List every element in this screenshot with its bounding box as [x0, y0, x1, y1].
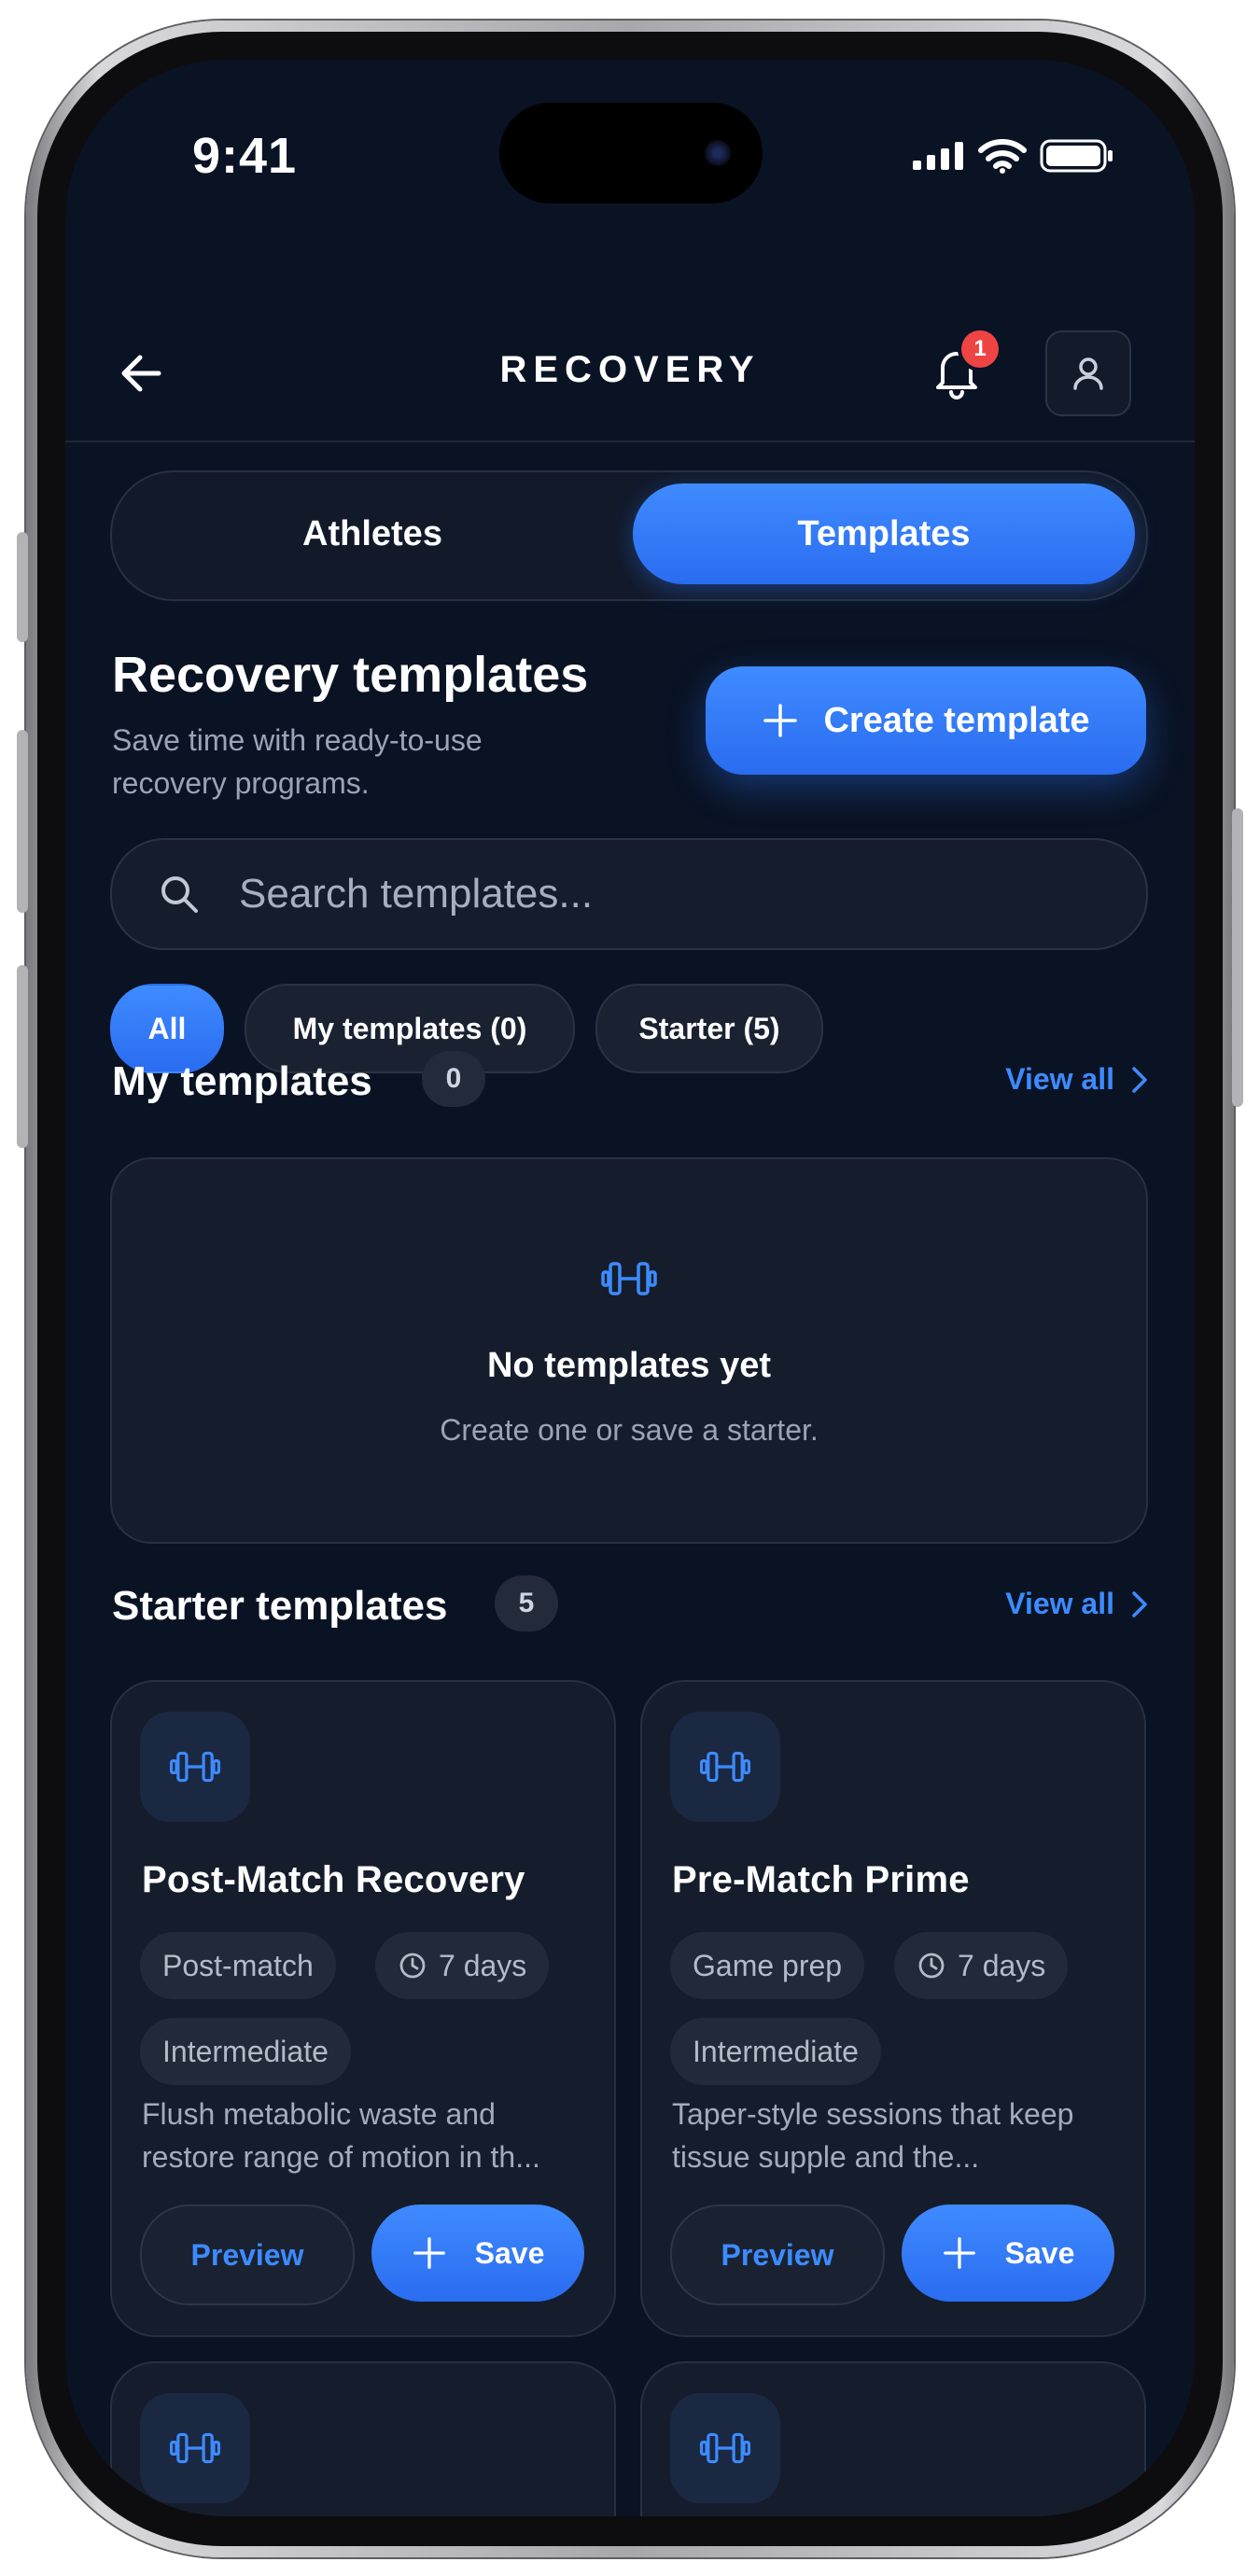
template-icon-box	[670, 1712, 780, 1822]
empty-state-card: No templates yet Create one or save a st…	[110, 1157, 1148, 1544]
wifi-icon	[978, 139, 1027, 174]
template-description: Flush metabolic waste and restore range …	[142, 2097, 540, 2174]
tab-templates[interactable]: Templates	[633, 483, 1135, 584]
tab-athletes[interactable]: Athletes	[125, 483, 620, 584]
empty-state-title: No templates yet	[486, 1346, 772, 1385]
category-tag: Game prep	[670, 1932, 865, 1999]
template-card[interactable]	[110, 2361, 616, 2516]
status-icons	[913, 138, 1114, 174]
user-icon	[1073, 357, 1103, 390]
category-label: Post-match	[162, 1948, 314, 1982]
level-label: Intermediate	[162, 2034, 329, 2068]
segmented-control: Athletes Templates	[110, 470, 1148, 601]
page-title: Recovery templates	[112, 647, 589, 703]
category-tag: Post-match	[140, 1932, 336, 1999]
my-templates-view-all[interactable]: View all	[1005, 1062, 1150, 1097]
clock-icon	[399, 1953, 426, 1979]
save-button[interactable]: Save	[371, 2205, 584, 2302]
template-icon-box	[140, 1712, 250, 1822]
dumbbell-icon	[601, 1262, 657, 1295]
create-template-button[interactable]: Create template	[706, 666, 1146, 775]
dumbbell-icon	[169, 1751, 221, 1783]
template-card[interactable]: Pre-Match Prime Game prep 7 days Interme…	[640, 1680, 1146, 2337]
save-label: Save	[1004, 2235, 1075, 2270]
dumbbell-icon	[699, 2432, 751, 2464]
plus-icon	[763, 704, 798, 737]
duration-label: 7 days	[439, 1948, 527, 1982]
dumbbell-icon	[169, 2432, 221, 2464]
template-card[interactable]	[640, 2361, 1146, 2516]
empty-state-subtitle: Create one or save a starter.	[440, 1413, 819, 1447]
clock-icon	[918, 1953, 945, 1979]
status-time: 9:41	[192, 128, 298, 184]
page-header-title: RECOVERY	[499, 349, 761, 390]
search-bar	[110, 838, 1148, 950]
signal-icon	[913, 142, 963, 170]
preview-button[interactable]: Preview	[670, 2205, 885, 2305]
view-all-label: View all	[1005, 1062, 1114, 1096]
view-all-label: View all	[1005, 1587, 1114, 1620]
category-label: Game prep	[693, 1948, 843, 1982]
duration-tag: 7 days	[894, 1932, 1069, 1999]
volume-down-button	[17, 965, 28, 1148]
level-label: Intermediate	[693, 2034, 859, 2068]
volume-up-button	[17, 730, 28, 913]
duration-label: 7 days	[958, 1948, 1046, 1982]
save-label: Save	[474, 2235, 545, 2270]
plus-icon	[413, 2237, 445, 2269]
level-tag: Intermediate	[670, 2018, 881, 2085]
template-card[interactable]: Post-Match Recovery Post-match 7 days In…	[110, 1680, 616, 2337]
dumbbell-icon	[699, 1751, 751, 1783]
save-button[interactable]: Save	[902, 2205, 1114, 2302]
chevron-right-icon	[1132, 1590, 1147, 1617]
duration-tag: 7 days	[375, 1932, 550, 1999]
plus-icon	[943, 2237, 975, 2269]
template-description: Taper-style sessions that keep tissue su…	[672, 2097, 1074, 2174]
notification-badge: 1	[961, 330, 999, 368]
template-title: Pre-Match Prime	[672, 1859, 970, 1900]
starter-templates-count: 5	[495, 1575, 558, 1631]
profile-button[interactable]	[1045, 330, 1131, 416]
preview-button[interactable]: Preview	[140, 2205, 355, 2305]
header-divider	[65, 441, 1195, 442]
chevron-right-icon	[1132, 1066, 1147, 1093]
level-tag: Intermediate	[140, 2018, 351, 2085]
my-templates-count: 0	[422, 1051, 485, 1107]
power-button	[1232, 808, 1243, 1107]
template-icon-box	[670, 2393, 780, 2503]
starter-templates-heading: Starter templates	[112, 1583, 448, 1629]
my-templates-heading: My templates	[112, 1058, 372, 1104]
starter-templates-view-all[interactable]: View all	[1005, 1587, 1150, 1621]
template-icon-box	[140, 2393, 250, 2503]
search-icon	[161, 876, 198, 913]
app-header: RECOVERY 1	[65, 293, 1195, 442]
dynamic-island	[499, 103, 763, 203]
create-template-label: Create template	[823, 700, 1090, 740]
page-subtitle: Save time with ready-to-use recovery pro…	[112, 723, 483, 800]
search-input[interactable]	[237, 862, 1081, 926]
camera-icon	[705, 140, 731, 166]
app-screen: 9:41 RECOVERY 1 Athletes Templates Recov…	[65, 60, 1195, 2516]
filter-chip-starter[interactable]: Starter (5)	[595, 984, 823, 1073]
battery-icon	[1040, 139, 1113, 173]
action-button	[17, 532, 28, 642]
template-title: Post-Match Recovery	[142, 1859, 525, 1900]
